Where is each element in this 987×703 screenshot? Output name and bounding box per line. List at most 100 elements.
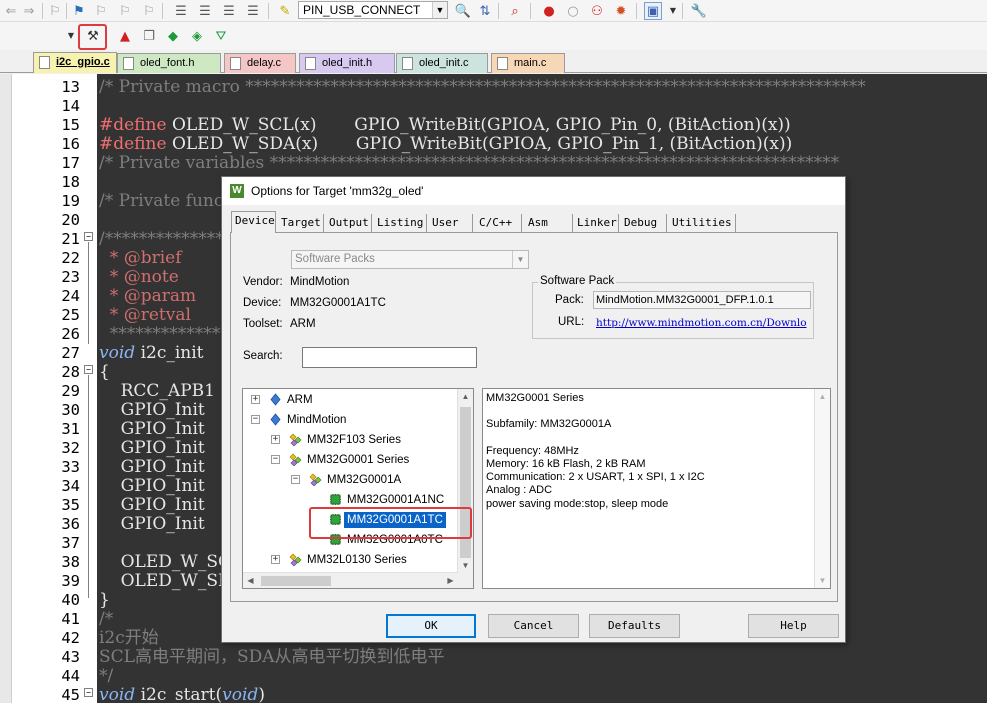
tree-node[interactable]: + MM32L0130 Series (243, 550, 458, 570)
software-packs-select[interactable]: Software Packs ▼ (291, 250, 529, 269)
prev-bookmark-icon[interactable]: ⚐ (92, 2, 110, 20)
cancel-button[interactable]: Cancel (488, 614, 579, 638)
manage-project-items-icon[interactable]: ▲ (116, 27, 134, 45)
search-input[interactable] (302, 347, 477, 368)
chevron-down-icon[interactable]: ▼ (664, 2, 682, 20)
file-icon (230, 57, 241, 70)
tab-user[interactable]: User (429, 214, 473, 233)
tree-horizontal-scrollbar[interactable]: ◀ ▶ (243, 572, 458, 588)
chevron-down-icon[interactable]: ▼ (432, 2, 447, 18)
window-layout-icon[interactable]: ▣ (644, 2, 662, 20)
fold-toggle[interactable]: − (84, 688, 93, 697)
target-select[interactable]: PIN_USB_CONNECT ▼ (298, 1, 448, 19)
device-tree[interactable]: + ARM − MindMotion + MM32F103 Series − MM32G000… (242, 388, 474, 589)
disable-breakpoint-icon[interactable]: ○ (564, 2, 582, 20)
pack-url-link[interactable]: http://www.mindmotion.com.cn/Downlo (596, 317, 810, 329)
forward-arrow-icon[interactable]: ⇒ (20, 2, 38, 20)
tab-asm[interactable]: Asm (525, 214, 573, 233)
chevron-down-icon[interactable]: ▼ (512, 251, 528, 268)
expand-icon[interactable]: + (271, 435, 280, 444)
fold-toggle[interactable]: − (84, 365, 93, 374)
indent-icon[interactable]: ☰ (172, 2, 190, 20)
defaults-button[interactable]: Defaults (589, 614, 680, 638)
find-in-files-icon[interactable]: ✎ (276, 2, 294, 20)
bookmark-icon[interactable]: ⚐ (46, 2, 64, 20)
configure-icon[interactable]: 🔧 (690, 2, 708, 20)
scroll-up-icon[interactable]: ▲ (815, 389, 830, 404)
collapse-icon[interactable]: − (291, 475, 300, 484)
breakpoint-margin[interactable] (0, 74, 12, 703)
uncomment-icon[interactable]: ☰ (244, 2, 262, 20)
tab-oled-font-h[interactable]: oled_font.h (117, 53, 221, 73)
tab-oled-init-h[interactable]: oled_init.h (299, 53, 395, 73)
tree-node[interactable]: − MindMotion (243, 410, 458, 430)
code-line: * @brief (99, 249, 182, 268)
ok-button[interactable]: OK (386, 614, 476, 638)
software-pack-legend: Software Pack (538, 275, 617, 287)
tree-node-label: MM32F103 Series (307, 434, 401, 446)
manage-run-time-environment-icon[interactable]: ◆ (164, 27, 182, 45)
find-icon[interactable]: 🔍 (454, 2, 472, 20)
tab-linker[interactable]: Linker (574, 214, 619, 233)
scroll-down-icon[interactable]: ▼ (458, 558, 473, 573)
expand-icon[interactable]: + (251, 395, 260, 404)
unindent-icon[interactable]: ☰ (196, 2, 214, 20)
disable-all-breakpoints-icon[interactable]: ⚇ (588, 2, 606, 20)
tree-node[interactable]: + MM32F103 Series (243, 430, 458, 450)
collapse-icon[interactable]: − (251, 415, 260, 424)
code-line: */ (99, 667, 113, 686)
tab-oled-init-c[interactable]: oled_init.c (396, 53, 488, 73)
tab-listing[interactable]: Listing (374, 214, 427, 233)
scroll-thumb[interactable] (460, 407, 471, 571)
vendor-label: Vendor: (243, 276, 283, 288)
options-for-target-dialog: W Options for Target 'mm32g_oled' Device… (221, 176, 846, 643)
code-text: SCL高电平期间，SDA从高电平切换到低电平 (99, 647, 445, 667)
fold-toggle[interactable]: − (84, 232, 93, 241)
software-packs-value: Software Packs (295, 253, 375, 265)
pack-field: MindMotion.MM32G0001_DFP.1.0.1 (593, 291, 811, 309)
select-packs-icon[interactable]: ❐ (140, 27, 158, 45)
breakpoint-icon[interactable]: ● (540, 2, 558, 20)
scroll-up-icon[interactable]: ▲ (458, 389, 473, 404)
description-scrollbar[interactable]: ▲ ▼ (814, 389, 830, 588)
line-number-gutter: 13 14 15 16 17 18 19 20 21 22 23 24 25 26 27 28 29 30 31 32… (0, 74, 97, 703)
tab-i2c-gpio-c[interactable]: i2c_gpio.c (33, 52, 117, 73)
tab-label: delay.c (247, 57, 282, 69)
tab-debug[interactable]: Debug (621, 214, 667, 233)
tab-output[interactable]: Output (326, 214, 372, 233)
tree-node[interactable]: + ARM (243, 390, 458, 410)
pack-installer-icon[interactable]: ◈ (188, 27, 206, 45)
tab-utilities[interactable]: Utilities (669, 214, 736, 233)
tree-node[interactable]: − MM32G0001 Series (243, 450, 458, 470)
tab-main-c[interactable]: main.c (491, 53, 565, 73)
tab-device[interactable]: Device (231, 211, 276, 233)
comment-icon[interactable]: ☰ (220, 2, 238, 20)
dialog-title-bar[interactable]: W Options for Target 'mm32g_oled' (222, 177, 845, 205)
scroll-right-icon[interactable]: ▶ (443, 573, 458, 588)
debug-session-icon[interactable]: ⌕ (506, 2, 524, 20)
back-arrow-icon[interactable]: ⇐ (2, 2, 20, 20)
expand-icon[interactable]: + (271, 555, 280, 564)
tab-c-cpp[interactable]: C/C++ (476, 214, 522, 233)
tab-label: oled_init.h (322, 57, 373, 69)
line-number: 25 (61, 306, 80, 324)
software-components-icon[interactable]: ⛛ (212, 27, 230, 45)
line-number: 40 (61, 591, 80, 609)
kill-breakpoints-icon[interactable]: ✹ (612, 2, 630, 20)
scroll-left-icon[interactable]: ◀ (243, 573, 258, 588)
incremental-find-icon[interactable]: ⇅ (476, 2, 494, 20)
scroll-down-icon[interactable]: ▼ (815, 573, 830, 588)
flag-icon[interactable]: ⚑ (70, 2, 88, 20)
tab-target[interactable]: Target (278, 214, 324, 233)
help-button[interactable]: Help (748, 614, 839, 638)
device-value: MM32G0001A1TC (290, 297, 386, 309)
file-icon (402, 57, 413, 70)
tab-delay-c[interactable]: delay.c (224, 53, 296, 73)
scroll-thumb[interactable] (261, 576, 331, 586)
collapse-icon[interactable]: − (271, 455, 280, 464)
tree-node[interactable]: − MM32G0001A (243, 470, 458, 490)
next-bookmark-icon[interactable]: ⚐ (116, 2, 134, 20)
code-line: * @note (99, 268, 179, 287)
clear-bookmarks-icon[interactable]: ⚐ (140, 2, 158, 20)
tree-vertical-scrollbar[interactable]: ▲ ▼ (457, 389, 473, 588)
